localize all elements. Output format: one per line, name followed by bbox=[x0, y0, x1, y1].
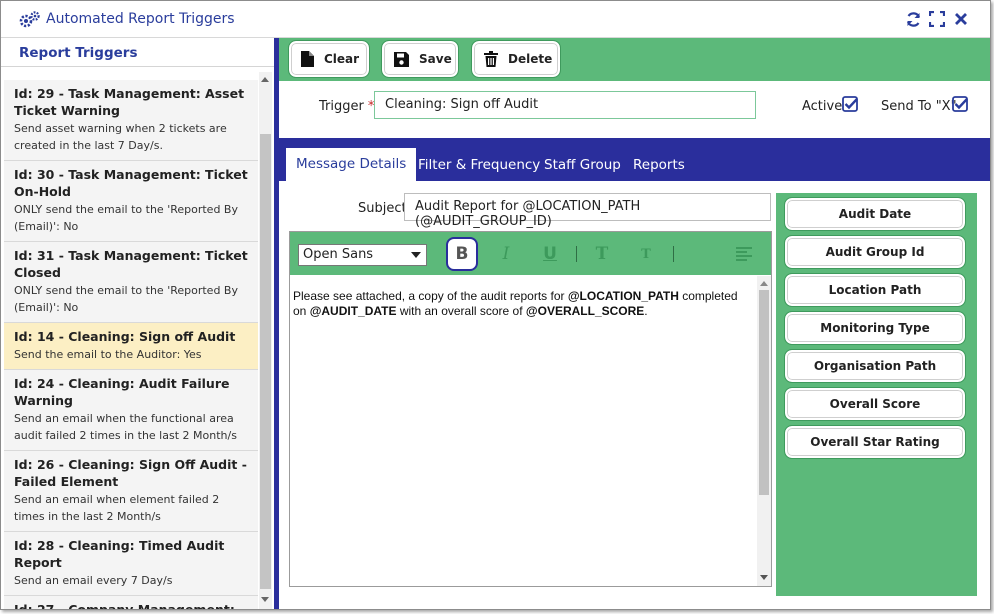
trigger-item-description: ONLY send the email to the 'Reported By … bbox=[14, 203, 238, 233]
save-icon bbox=[394, 51, 409, 67]
maximize-icon[interactable] bbox=[928, 10, 946, 28]
tag-button-audit-group-id[interactable]: Audit Group Id bbox=[784, 235, 966, 269]
body-text-segment: Please see attached, a copy of the audit… bbox=[293, 289, 568, 303]
clear-button-label: Clear bbox=[324, 52, 360, 66]
message-body-text[interactable]: Please see attached, a copy of the audit… bbox=[293, 289, 748, 319]
save-button-label: Save bbox=[419, 52, 452, 66]
trigger-label-text: Trigger bbox=[319, 99, 364, 114]
send-to-x-checkbox[interactable] bbox=[952, 96, 968, 112]
app-window: Automated Report Triggers Report Trigger… bbox=[0, 0, 991, 610]
panel-heading: Report Triggers bbox=[19, 45, 138, 61]
text-size-button[interactable]: T bbox=[586, 237, 618, 271]
body-tag-overall-score: @OVERALL_SCORE bbox=[525, 304, 645, 318]
trigger-list-item-selected[interactable]: Id: 14 - Cleaning: Sign off Audit Send t… bbox=[4, 323, 258, 370]
send-to-x-label: Send To "X" bbox=[881, 99, 957, 114]
message-editor: Open Sans B I U T T Please see attached,… bbox=[289, 231, 772, 587]
trigger-item-description: ONLY send the email to the 'Reported By … bbox=[14, 284, 238, 314]
toolbar-separator bbox=[673, 246, 674, 262]
underline-button[interactable]: U bbox=[534, 237, 566, 271]
scroll-down-arrow-icon[interactable] bbox=[261, 597, 269, 602]
trigger-list-scrollbar[interactable] bbox=[259, 72, 272, 609]
active-label: Active bbox=[802, 99, 843, 114]
scrollbar-thumb[interactable] bbox=[759, 290, 769, 495]
body-tag-audit-date: @AUDIT_DATE bbox=[309, 304, 397, 318]
trigger-item-description: Send asset warning when 2 tickets are cr… bbox=[14, 122, 227, 152]
trigger-item-description: Send an email when element failed 2 time… bbox=[14, 493, 220, 523]
window-title: Automated Report Triggers bbox=[46, 11, 235, 27]
trigger-list-item[interactable]: Id: 27 - Company Management: Contract Ex… bbox=[4, 596, 258, 610]
body-text-segment: . bbox=[644, 304, 648, 318]
save-button[interactable]: Save bbox=[381, 40, 459, 78]
trigger-list-item[interactable]: Id: 31 - Task Management: Ticket Closed … bbox=[4, 242, 258, 323]
trigger-item-title: Id: 30 - Task Management: Ticket On-Hold bbox=[14, 167, 248, 199]
window-controls bbox=[904, 10, 970, 28]
delete-button[interactable]: Delete bbox=[471, 40, 561, 78]
subject-input[interactable]: Audit Report for @LOCATION_PATH (@AUDIT_… bbox=[404, 193, 771, 229]
trigger-list-item[interactable]: Id: 24 - Cleaning: Audit Failure Warning… bbox=[4, 370, 258, 451]
trigger-item-description: Send an email when the functional area a… bbox=[14, 412, 237, 442]
active-checkbox[interactable] bbox=[842, 96, 858, 112]
trigger-item-description: Send an email every 7 Day/s bbox=[14, 574, 173, 587]
align-left-icon bbox=[736, 247, 752, 261]
trigger-list-item[interactable]: Id: 26 - Cleaning: Sign Off Audit - Fail… bbox=[4, 451, 258, 532]
trigger-label: Trigger * bbox=[319, 99, 374, 114]
trigger-editor-panel: Clear Save Delete Trigger * Cleaning: Si… bbox=[279, 38, 990, 609]
chevron-down-icon bbox=[411, 252, 421, 258]
trigger-item-title: Id: 24 - Cleaning: Audit Failure Warning bbox=[14, 376, 230, 408]
body-tag-location-path: @LOCATION_PATH bbox=[567, 289, 679, 303]
tag-button-location-path[interactable]: Location Path bbox=[784, 273, 966, 307]
close-icon[interactable] bbox=[952, 10, 970, 28]
tab-reports[interactable]: Reports bbox=[623, 149, 695, 181]
file-icon bbox=[301, 51, 314, 67]
tab-filter-frequency[interactable]: Filter & Frequency bbox=[408, 149, 550, 181]
font-select-value: Open Sans bbox=[303, 247, 374, 262]
font-family-select[interactable]: Open Sans bbox=[298, 244, 427, 266]
trigger-item-title: Id: 27 - Company Management: Contract Ex… bbox=[14, 602, 235, 610]
trigger-item-title: Id: 14 - Cleaning: Sign off Audit bbox=[14, 329, 236, 344]
bold-button[interactable]: B bbox=[446, 237, 478, 271]
tab-message-details[interactable]: Message Details bbox=[286, 148, 417, 181]
scroll-up-arrow-icon[interactable] bbox=[760, 281, 768, 286]
report-triggers-panel: Report Triggers Id: 29 - Task Management… bbox=[1, 38, 274, 610]
placeholder-tags-panel: Audit Date Audit Group Id Location Path … bbox=[776, 193, 977, 596]
checkbox-checked-icon bbox=[842, 96, 858, 112]
tag-button-overall-score[interactable]: Overall Score bbox=[784, 387, 966, 421]
trash-icon bbox=[484, 51, 498, 67]
tag-button-monitoring-type[interactable]: Monitoring Type bbox=[784, 311, 966, 345]
action-toolbar: Clear Save Delete bbox=[279, 38, 990, 81]
trigger-item-title: Id: 26 - Cleaning: Sign Off Audit - Fail… bbox=[14, 457, 247, 489]
clear-button[interactable]: Clear bbox=[288, 40, 370, 78]
tag-button-audit-date[interactable]: Audit Date bbox=[784, 197, 966, 231]
delete-button-label: Delete bbox=[508, 52, 553, 66]
trigger-item-title: Id: 31 - Task Management: Ticket Closed bbox=[14, 248, 248, 280]
refresh-icon[interactable] bbox=[904, 10, 922, 28]
report-triggers-header: Report Triggers bbox=[1, 38, 274, 67]
trigger-list-item[interactable]: Id: 28 - Cleaning: Timed Audit Report Se… bbox=[4, 532, 258, 596]
checkbox-checked-icon bbox=[952, 96, 968, 112]
trigger-list-item[interactable]: Id: 29 - Task Management: Asset Ticket W… bbox=[4, 80, 258, 161]
align-button[interactable] bbox=[728, 237, 760, 271]
body-text-segment: with an overall score of bbox=[396, 304, 526, 318]
trigger-item-title: Id: 29 - Task Management: Asset Ticket W… bbox=[14, 86, 245, 118]
title-bar: Automated Report Triggers bbox=[1, 1, 990, 38]
trigger-list-item[interactable]: Id: 30 - Task Management: Ticket On-Hold… bbox=[4, 161, 258, 242]
tag-button-overall-star-rating[interactable]: Overall Star Rating bbox=[784, 425, 966, 459]
tag-button-organisation-path[interactable]: Organisation Path bbox=[784, 349, 966, 383]
scroll-down-arrow-icon[interactable] bbox=[760, 575, 768, 580]
gears-icon bbox=[19, 10, 41, 30]
trigger-item-title: Id: 28 - Cleaning: Timed Audit Report bbox=[14, 538, 225, 570]
clear-format-button[interactable]: T bbox=[630, 237, 662, 271]
italic-button[interactable]: I bbox=[490, 237, 522, 271]
trigger-name-input[interactable]: Cleaning: Sign off Audit bbox=[374, 91, 756, 119]
tab-bar: Message Details Filter & Frequency Staff… bbox=[279, 138, 990, 181]
editor-toolbar: Open Sans B I U T T bbox=[290, 232, 771, 275]
tab-staff-group[interactable]: Staff Group bbox=[534, 149, 631, 181]
subject-label: Subject bbox=[358, 201, 407, 216]
trigger-list: Id: 29 - Task Management: Asset Ticket W… bbox=[4, 80, 258, 610]
editor-scrollbar[interactable] bbox=[757, 276, 771, 586]
toolbar-separator bbox=[576, 246, 577, 262]
scroll-up-arrow-icon[interactable] bbox=[261, 77, 269, 82]
scrollbar-thumb[interactable] bbox=[260, 134, 271, 589]
trigger-item-description: Send the email to the Auditor: Yes bbox=[14, 348, 202, 361]
